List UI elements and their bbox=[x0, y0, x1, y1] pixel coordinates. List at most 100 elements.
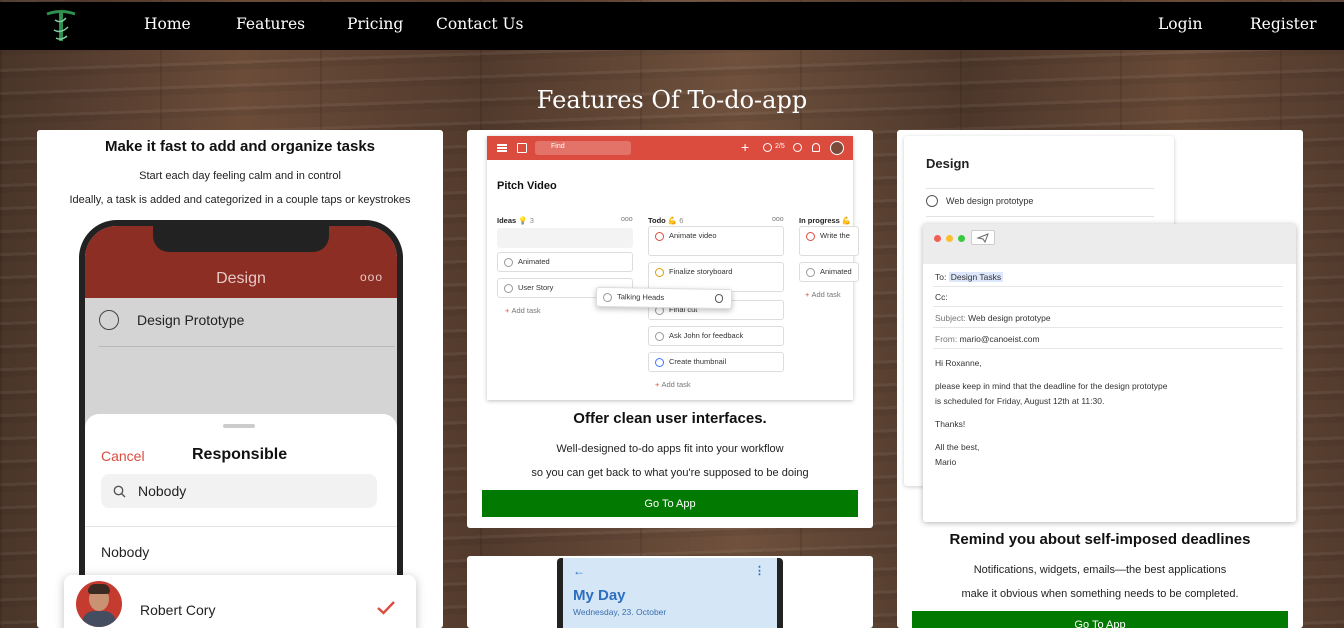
divider bbox=[926, 216, 1154, 217]
more-icon: ⋮ bbox=[754, 565, 765, 577]
feature-card-myday: ← ⋮ My Day Wednesday, 23. October bbox=[467, 556, 873, 628]
avatar bbox=[830, 141, 844, 155]
panel-title: Design bbox=[926, 156, 970, 171]
card-title: Remind you about self-imposed deadlines bbox=[949, 531, 1251, 548]
card-title: Offer clean user interfaces. bbox=[573, 410, 767, 427]
email-body-line1: please keep in mind that the deadline fo… bbox=[935, 381, 1168, 391]
search-value: Nobody bbox=[138, 483, 187, 499]
avatar bbox=[76, 581, 122, 627]
phone-mockup: Design ooo Design Prototype Cancel Respo… bbox=[79, 220, 403, 628]
card-text-line2: make it obvious when something needs to … bbox=[961, 588, 1239, 600]
responsible-search-input[interactable]: Nobody bbox=[101, 474, 377, 508]
nav-home-link[interactable]: Home bbox=[144, 15, 191, 33]
divider bbox=[933, 327, 1283, 328]
kanban-mockup: Find + 2/5 Pitch Video Ideas 💡 3 Todo 💪 … bbox=[487, 136, 859, 400]
kanban-toolbar: Find + 2/5 bbox=[487, 136, 853, 160]
bell-icon bbox=[812, 143, 820, 152]
task-card: Write the bbox=[799, 226, 859, 256]
go-to-app-button[interactable]: Go To App bbox=[912, 611, 1288, 628]
sheet-title: Responsible bbox=[192, 446, 288, 463]
task-checkbox-icon bbox=[99, 310, 119, 330]
nav-login-link[interactable]: Login bbox=[1158, 15, 1203, 33]
menu-icon bbox=[497, 144, 507, 146]
task-title: Design Prototype bbox=[137, 312, 245, 328]
search-placeholder: Find bbox=[551, 143, 565, 150]
task-card: Animated bbox=[497, 252, 633, 272]
app-logo[interactable] bbox=[44, 8, 78, 44]
top-navbar: Home Features Pricing Contact Us Login R… bbox=[0, 2, 1344, 50]
checkmark-icon bbox=[377, 601, 395, 615]
go-to-app-button[interactable]: Go To App bbox=[482, 490, 858, 517]
divider bbox=[99, 346, 395, 347]
task-card: Ask John for feedback bbox=[648, 326, 784, 346]
column-ideas: Ideas 💡 3 bbox=[497, 216, 534, 225]
task-checkbox-icon bbox=[926, 195, 938, 207]
divider bbox=[933, 306, 1283, 307]
home-icon bbox=[517, 143, 527, 153]
card-title: Make it fast to add and organize tasks bbox=[104, 138, 376, 155]
divider bbox=[933, 348, 1283, 349]
email-greeting: Hi Roxanne, bbox=[935, 358, 982, 368]
maximize-icon bbox=[958, 235, 965, 242]
divider bbox=[926, 188, 1154, 189]
email-signoff: All the best, bbox=[935, 442, 980, 452]
sheet-handle bbox=[223, 424, 255, 428]
phone-screen: Design ooo Design Prototype Cancel Respo… bbox=[85, 226, 397, 628]
column-more-icon: ooo bbox=[772, 216, 784, 223]
column-more-icon: ooo bbox=[621, 216, 633, 223]
phone-mockup: ← ⋮ My Day Wednesday, 23. October bbox=[557, 558, 783, 628]
email-from: From: mario@canoeist.com bbox=[935, 334, 1040, 344]
nav-features-link[interactable]: Features bbox=[236, 15, 305, 33]
send-icon bbox=[971, 230, 995, 245]
task-card: Animate video bbox=[648, 226, 784, 256]
karma-icon bbox=[763, 143, 772, 152]
karma-badge: 2/5 bbox=[775, 143, 785, 150]
plus-icon: + bbox=[741, 139, 750, 155]
back-arrow-icon: ← bbox=[573, 564, 585, 578]
email-thanks: Thanks! bbox=[935, 419, 966, 429]
card-text-line1: Notifications, widgets, emails—the best … bbox=[973, 564, 1227, 576]
card-text-line2: Ideally, a task is added and categorized… bbox=[69, 194, 411, 206]
email-signature: Mario bbox=[935, 457, 957, 467]
my-day-date: Wednesday, 23. October bbox=[573, 607, 667, 617]
cancel-button[interactable]: Cancel bbox=[101, 448, 145, 464]
column-in-progress: In progress 💪 bbox=[799, 216, 852, 225]
page-title: Features Of To-do-app bbox=[536, 86, 808, 114]
task-title: Web design prototype bbox=[946, 196, 1034, 206]
kanban-search-input: Find bbox=[535, 141, 631, 155]
email-window: To: Design Tasks Cc: Subject: Web design… bbox=[923, 224, 1296, 522]
divider bbox=[933, 286, 1283, 287]
option-label: Robert Cory bbox=[140, 602, 216, 618]
card-text-line1: Well-designed to-do apps fit into your w… bbox=[556, 443, 784, 455]
nav-pricing-link[interactable]: Pricing bbox=[347, 15, 403, 33]
feature-card-organize: Make it fast to add and organize tasks S… bbox=[37, 130, 443, 628]
phone-screen: ← ⋮ My Day Wednesday, 23. October bbox=[563, 558, 777, 628]
minimize-icon bbox=[946, 235, 953, 242]
option-nobody[interactable]: Nobody bbox=[101, 544, 149, 560]
add-task-button: + Add task bbox=[505, 306, 541, 315]
my-day-title: My Day bbox=[573, 587, 626, 604]
add-task-button: + Add task bbox=[805, 290, 841, 299]
email-titlebar bbox=[923, 224, 1296, 264]
phone-header-title: Design bbox=[216, 270, 266, 287]
column-todo: Todo 💪 6 bbox=[648, 216, 684, 225]
hand-cursor-icon bbox=[714, 293, 724, 304]
email-cc: Cc: bbox=[935, 292, 948, 302]
drop-placeholder bbox=[497, 228, 633, 248]
option-robert-cory[interactable]: Robert Cory bbox=[64, 575, 416, 628]
project-title: Pitch Video bbox=[497, 180, 557, 192]
email-subject: Subject: Web design prototype bbox=[935, 313, 1051, 323]
feature-card-reminders: Design Web design prototype To: Design T… bbox=[897, 130, 1303, 628]
search-icon bbox=[113, 485, 126, 498]
dragging-task-card: Talking Heads bbox=[595, 286, 733, 310]
divider bbox=[85, 526, 397, 527]
nav-register-link[interactable]: Register bbox=[1250, 15, 1317, 33]
more-icon: ooo bbox=[359, 270, 383, 284]
task-card: Create thumbnail bbox=[648, 352, 784, 372]
nav-contact-link[interactable]: Contact Us bbox=[436, 15, 524, 33]
phone-notch bbox=[153, 226, 329, 252]
email-body-line2: is scheduled for Friday, August 12th at … bbox=[935, 396, 1105, 406]
feature-card-interface: Find + 2/5 Pitch Video Ideas 💡 3 Todo 💪 … bbox=[467, 130, 873, 528]
card-text-line2: so you can get back to what you're suppo… bbox=[531, 467, 809, 479]
close-icon bbox=[934, 235, 941, 242]
